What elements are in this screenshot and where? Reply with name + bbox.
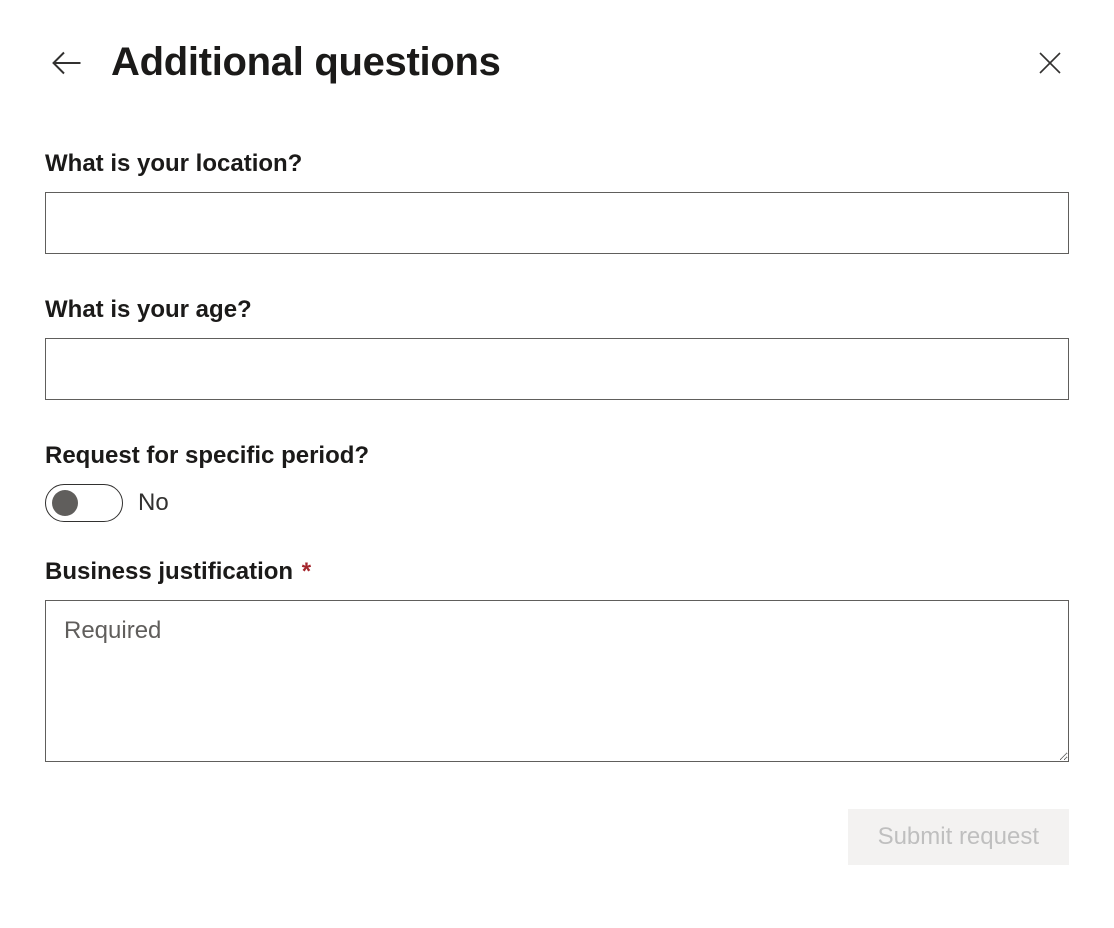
label-justification: Business justification * xyxy=(45,558,1069,586)
submit-button[interactable]: Submit request xyxy=(848,809,1069,865)
close-icon xyxy=(1035,48,1065,78)
page-header: Additional questions xyxy=(45,40,1069,85)
input-justification[interactable] xyxy=(45,600,1069,762)
header-left: Additional questions xyxy=(45,40,501,85)
label-period: Request for specific period? xyxy=(45,442,1069,470)
field-period: Request for specific period? No xyxy=(45,442,1069,522)
toggle-row: No xyxy=(45,484,1069,522)
page-title: Additional questions xyxy=(111,40,501,85)
toggle-period[interactable] xyxy=(45,484,123,522)
close-button[interactable] xyxy=(1031,44,1069,82)
input-age[interactable] xyxy=(45,338,1069,400)
back-button[interactable] xyxy=(45,41,89,85)
actions-bar: Submit request xyxy=(45,809,1069,865)
field-justification: Business justification * xyxy=(45,558,1069,767)
toggle-knob xyxy=(52,490,78,516)
input-location[interactable] xyxy=(45,192,1069,254)
required-indicator: * xyxy=(302,558,311,585)
field-location: What is your location? xyxy=(45,150,1069,254)
field-age: What is your age? xyxy=(45,296,1069,400)
toggle-state-label: No xyxy=(138,489,169,517)
label-location: What is your location? xyxy=(45,150,1069,178)
label-justification-text: Business justification xyxy=(45,558,293,585)
label-age: What is your age? xyxy=(45,296,1069,324)
arrow-left-icon xyxy=(49,45,85,81)
